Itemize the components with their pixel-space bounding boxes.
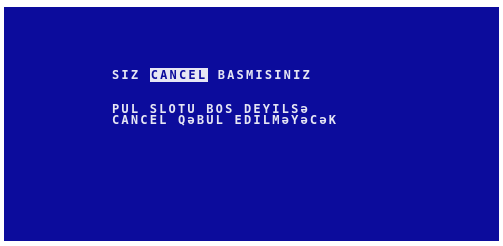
prompt-text-before: SIZ <box>112 68 150 82</box>
cancel-highlight: CANCEL <box>149 68 209 82</box>
message-line-2: CANCEL QəBUL EDILMəYəCəK <box>112 113 339 127</box>
terminal-screen: SIZ CANCEL BASMISINIZ PUL SLOTU BOS DEYI… <box>4 7 499 241</box>
prompt-line: SIZ CANCEL BASMISINIZ <box>112 68 312 82</box>
prompt-text-after: BASMISINIZ <box>208 68 312 82</box>
